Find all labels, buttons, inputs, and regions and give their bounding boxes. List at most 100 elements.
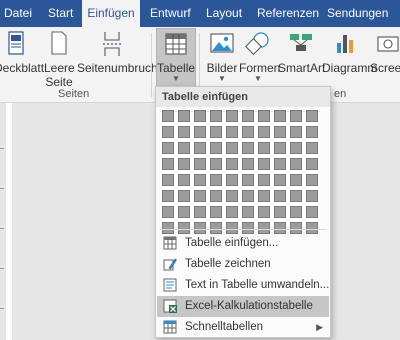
grid-cell[interactable] — [242, 110, 254, 122]
grid-cell[interactable] — [210, 126, 222, 138]
grid-cell[interactable] — [242, 126, 254, 138]
grid-cell[interactable] — [210, 190, 222, 202]
grid-cell[interactable] — [242, 190, 254, 202]
formen-label: Formen — [239, 61, 281, 75]
grid-cell[interactable] — [194, 110, 206, 122]
tab-entwurf[interactable]: Entwurf — [150, 0, 191, 27]
tab-datei[interactable]: Datei — [4, 0, 32, 27]
menu-item-excel-kalkulationstabelle[interactable]: Excel-Kalkulationstabelle — [157, 296, 329, 317]
grid-cell[interactable] — [194, 158, 206, 170]
grid-cell[interactable] — [274, 158, 286, 170]
grid-cell[interactable] — [194, 190, 206, 202]
grid-cell[interactable] — [162, 126, 174, 138]
grid-cell[interactable] — [274, 126, 286, 138]
leere-seite-button[interactable]: Leere Seite — [44, 31, 75, 89]
ruler-tick — [0, 228, 4, 229]
grid-cell[interactable] — [178, 158, 190, 170]
grid-cell[interactable] — [226, 174, 238, 186]
smartart-button[interactable]: SmartArt — [278, 31, 325, 75]
grid-cell[interactable] — [210, 158, 222, 170]
grid-cell[interactable] — [162, 206, 174, 218]
grid-cell[interactable] — [178, 190, 190, 202]
tab-sendungen[interactable]: Sendungen — [327, 0, 388, 27]
convert-icon — [163, 278, 177, 292]
tab-layout[interactable]: Layout — [206, 0, 242, 27]
grid-cell[interactable] — [162, 158, 174, 170]
grid-cell[interactable] — [210, 142, 222, 154]
grid-cell[interactable] — [242, 174, 254, 186]
grid-cell[interactable] — [226, 110, 238, 122]
ruler-tick — [0, 188, 4, 189]
grid-cell[interactable] — [178, 174, 190, 186]
grid-cell[interactable] — [274, 110, 286, 122]
menu-item-schnelltabellen[interactable]: Schnelltabellen ▶ — [157, 317, 329, 338]
grid-cell[interactable] — [210, 110, 222, 122]
grid-cell[interactable] — [194, 206, 206, 218]
seitenumbruch-button[interactable]: Seitenumbruch — [77, 31, 158, 75]
grid-cell[interactable] — [306, 110, 318, 122]
table-icon — [163, 236, 177, 250]
grid-cell[interactable] — [290, 190, 302, 202]
tabelle-button[interactable]: Tabelle ▼ — [156, 28, 196, 88]
grid-cell[interactable] — [258, 174, 270, 186]
grid-cell[interactable] — [226, 190, 238, 202]
grid-cell[interactable] — [242, 158, 254, 170]
grid-cell[interactable] — [162, 142, 174, 154]
diagramm-button[interactable]: Diagramm — [322, 31, 377, 75]
tab-start[interactable]: Start — [48, 0, 73, 27]
grid-cell[interactable] — [162, 174, 174, 186]
grid-cell[interactable] — [258, 206, 270, 218]
grid-cell[interactable] — [162, 110, 174, 122]
tab-einfuegen[interactable]: Einfügen — [82, 0, 140, 28]
grid-cell[interactable] — [290, 126, 302, 138]
formen-button[interactable]: Formen ▼ — [239, 31, 281, 83]
grid-cell[interactable] — [306, 126, 318, 138]
menu-item-tabelle-zeichnen[interactable]: Tabelle zeichnen — [157, 254, 329, 275]
grid-cell[interactable] — [242, 206, 254, 218]
grid-cell[interactable] — [306, 158, 318, 170]
deckblatt-button[interactable]: Deckblatt — [0, 31, 44, 75]
grid-cell[interactable] — [306, 142, 318, 154]
grid-cell[interactable] — [290, 110, 302, 122]
screenshot-button[interactable]: Screen — [370, 31, 400, 75]
menu-item-tabelle-einfuegen[interactable]: Tabelle einfügen... — [157, 233, 329, 254]
grid-cell[interactable] — [162, 190, 174, 202]
grid-cell[interactable] — [178, 110, 190, 122]
grid-cell[interactable] — [210, 174, 222, 186]
grid-cell[interactable] — [290, 206, 302, 218]
grid-cell[interactable] — [194, 126, 206, 138]
grid-cell[interactable] — [290, 174, 302, 186]
menu-item-label: Excel-Kalkulationstabelle — [185, 300, 313, 312]
grid-cell[interactable] — [306, 206, 318, 218]
grid-cell[interactable] — [178, 126, 190, 138]
grid-cell[interactable] — [194, 174, 206, 186]
grid-cell[interactable] — [290, 158, 302, 170]
grid-cell[interactable] — [194, 142, 206, 154]
grid-cell[interactable] — [290, 142, 302, 154]
tab-referenzen[interactable]: Referenzen — [257, 0, 319, 27]
grid-cell[interactable] — [258, 142, 270, 154]
bilder-button[interactable]: Bilder ▼ — [205, 31, 239, 83]
grid-cell[interactable] — [274, 142, 286, 154]
menu-item-text-umwandeln[interactable]: Text in Tabelle umwandeln... — [157, 275, 329, 296]
grid-cell[interactable] — [258, 190, 270, 202]
ruler-tick — [0, 268, 4, 269]
grid-cell[interactable] — [226, 142, 238, 154]
grid-cell[interactable] — [258, 126, 270, 138]
grid-cell[interactable] — [178, 206, 190, 218]
grid-cell[interactable] — [306, 174, 318, 186]
grid-cell[interactable] — [242, 142, 254, 154]
ruler-tick — [0, 148, 4, 149]
grid-cell[interactable] — [274, 206, 286, 218]
grid-cell[interactable] — [178, 142, 190, 154]
grid-cell[interactable] — [226, 158, 238, 170]
grid-cell[interactable] — [226, 126, 238, 138]
grid-cell[interactable] — [258, 110, 270, 122]
tabelle-label: Tabelle — [157, 61, 196, 75]
grid-cell[interactable] — [226, 206, 238, 218]
grid-cell[interactable] — [274, 174, 286, 186]
grid-cell[interactable] — [306, 190, 318, 202]
grid-cell[interactable] — [274, 190, 286, 202]
grid-cell[interactable] — [210, 206, 222, 218]
grid-cell[interactable] — [258, 158, 270, 170]
